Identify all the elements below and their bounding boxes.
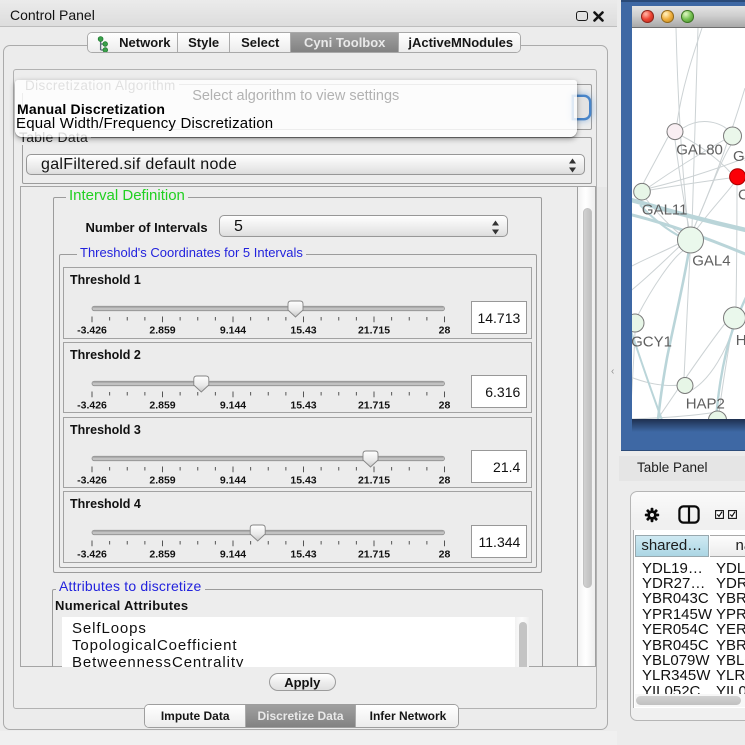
svg-text:C: C [738,186,745,203]
svg-text:GAL4: GAL4 [692,252,730,269]
svg-text:GAL80: GAL80 [676,141,723,158]
svg-text:GA: GA [733,148,745,165]
svg-text:GAL11: GAL11 [642,201,688,218]
svg-text:H: H [736,332,745,349]
svg-text:HAP2: HAP2 [686,395,725,412]
svg-text:GCY1: GCY1 [632,333,672,350]
